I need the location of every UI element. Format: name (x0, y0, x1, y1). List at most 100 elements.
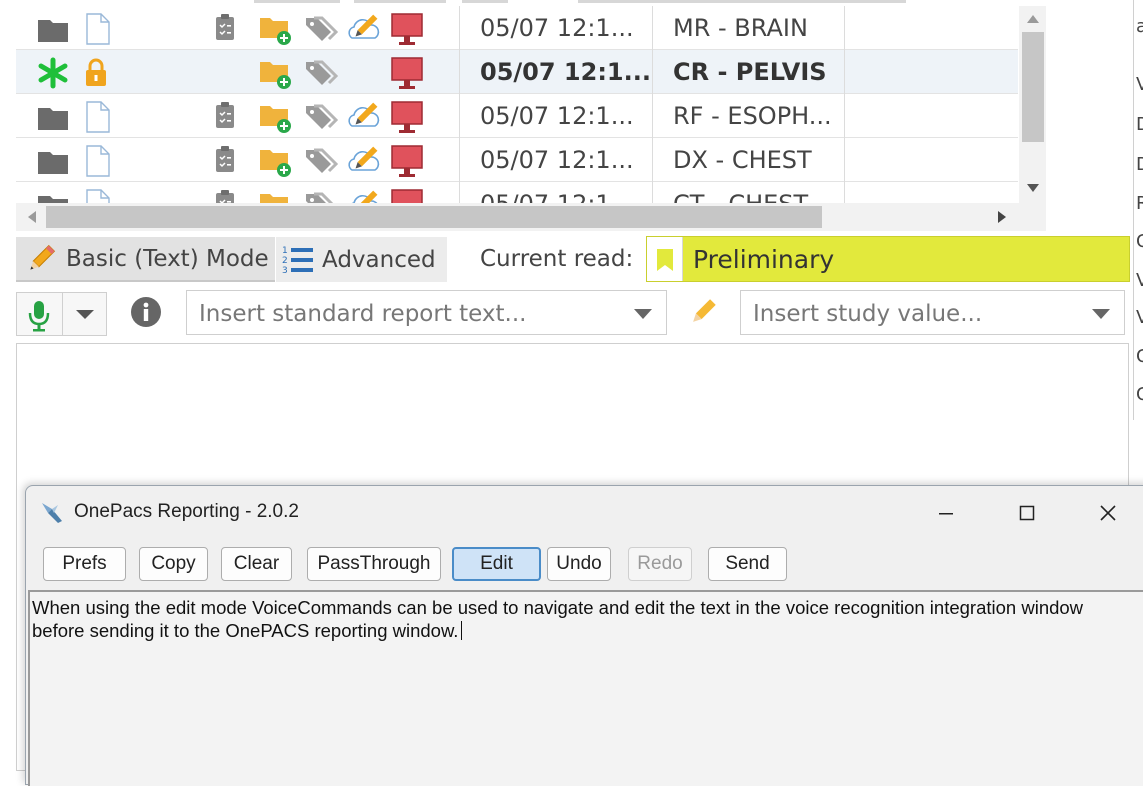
edit-study-value-button[interactable] (688, 297, 718, 331)
column-divider (844, 94, 845, 138)
study-row[interactable]: 05/07 12:1... CT - CHEST (16, 182, 1018, 203)
standard-report-text-placeholder: Insert standard report text... (199, 301, 527, 327)
voice-text-line-1: When using the edit mode VoiceCommands c… (32, 597, 1084, 618)
vertical-scroll-thumb[interactable] (1022, 32, 1044, 142)
standard-report-text-dropdown[interactable]: Insert standard report text... (186, 290, 667, 335)
study-date: 05/07 12:1... (480, 190, 634, 203)
passthrough-button[interactable]: PassThrough (307, 547, 441, 581)
column-divider (844, 138, 845, 182)
study-row[interactable]: 05/07 12:1... CR - PELVIS (16, 50, 1018, 94)
edit-button[interactable]: Edit (452, 547, 541, 581)
lock-icon (86, 58, 106, 86)
asterisk-icon (38, 57, 68, 89)
text-cursor (461, 621, 463, 640)
numbered-list-icon: 1 2 3 (282, 246, 313, 276)
study-row[interactable]: 05/07 12:1... RF - ESOPH... (16, 94, 1018, 138)
maximize-button[interactable] (1004, 498, 1050, 528)
horizontal-scroll-thumb[interactable] (46, 206, 822, 228)
clipboard-checklist-icon (216, 102, 234, 128)
tag-icon (306, 16, 338, 41)
advanced-mode-label: Advanced (322, 246, 436, 273)
study-date: 05/07 12:1... (480, 102, 634, 130)
cloud-edit-icon (348, 146, 380, 171)
current-read-value: Preliminary (693, 245, 835, 274)
study-row[interactable]: 05/07 12:1... DX - CHEST (16, 138, 1018, 182)
cloud-edit-icon (351, 190, 378, 203)
clear-button[interactable]: Clear (221, 547, 292, 581)
vertical-scrollbar[interactable] (1019, 6, 1046, 203)
study-value-dropdown[interactable]: Insert study value... (740, 290, 1125, 335)
info-button[interactable] (129, 295, 163, 333)
edge-cell-text: D (1136, 114, 1143, 135)
folder-icon (38, 152, 68, 174)
study-rows: 05/07 12:1... MR - BRAIN 05/07 12:1... CR -… (16, 6, 1018, 203)
dropdown-caret-icon (1092, 309, 1110, 319)
edge-cell-text: C (1136, 346, 1143, 367)
svg-text:1: 1 (282, 246, 288, 256)
dictation-button[interactable] (16, 292, 107, 336)
edge-cell-text: V (1136, 270, 1143, 291)
monitor-icon (391, 145, 423, 177)
svg-text:2: 2 (282, 256, 288, 266)
edge-cell-text: V (1136, 307, 1143, 328)
advanced-mode-tab[interactable]: 1 2 3 Advanced (276, 237, 447, 282)
bookmark-button[interactable] (647, 237, 683, 281)
study-modality: MR - BRAIN (673, 14, 808, 42)
pencil-icon (693, 299, 716, 322)
column-divider (844, 6, 845, 50)
column-divider (459, 94, 460, 138)
redo-button: Redo (628, 547, 692, 581)
basic-text-mode-label: Basic (Text) Mode (66, 245, 269, 272)
window-title: OnePacs Reporting - 2.0.2 (74, 501, 299, 522)
folder-icon (38, 196, 68, 203)
column-divider (652, 182, 653, 203)
edge-cell-text: R (1136, 193, 1143, 214)
voice-recognition-text-area[interactable]: When using the edit mode VoiceCommands c… (28, 590, 1143, 786)
add-folder-icon (260, 106, 291, 133)
add-folder-icon (260, 150, 291, 177)
column-divider (459, 138, 460, 182)
document-icon (86, 13, 110, 45)
prefs-button[interactable]: Prefs (43, 547, 126, 581)
cloud-edit-icon (348, 102, 380, 127)
study-date: 05/07 12:1... (480, 58, 651, 86)
column-divider (844, 50, 845, 94)
cloud-edit-icon (348, 14, 380, 39)
chevron-down-icon[interactable] (63, 293, 107, 335)
bookmark-icon (657, 249, 673, 271)
minimize-icon (939, 513, 953, 515)
basic-text-mode-tab[interactable]: Basic (Text) Mode (16, 237, 275, 282)
microphone-icon[interactable] (17, 293, 61, 335)
study-modality: DX - CHEST (673, 146, 812, 174)
add-folder-icon (260, 62, 291, 89)
document-icon (86, 189, 110, 203)
add-folder-icon (260, 194, 288, 203)
send-button[interactable]: Send (708, 547, 787, 581)
study-row[interactable]: 05/07 12:1... MR - BRAIN (16, 6, 1018, 50)
copy-button[interactable]: Copy (139, 547, 208, 581)
maximize-icon (1019, 505, 1035, 521)
voice-text-line-2-content: before sending it to the OnePACS reporti… (32, 620, 459, 641)
current-read-label: Current read: (480, 246, 634, 272)
column-divider (459, 50, 460, 94)
edge-cell-text: C (1136, 384, 1143, 405)
column-divider (459, 6, 460, 50)
info-icon[interactable] (129, 295, 163, 329)
study-grid: 05/07 12:1... MR - BRAIN 05/07 12:1... CR -… (16, 0, 1046, 231)
close-button[interactable] (1085, 498, 1131, 528)
scroll-right-icon[interactable] (998, 211, 1006, 223)
undo-button[interactable]: Undo (547, 547, 611, 581)
scroll-left-icon[interactable] (28, 211, 36, 223)
app-icon (42, 503, 62, 523)
scroll-down-icon[interactable] (1027, 184, 1039, 192)
study-modality: CT - CHEST (673, 190, 808, 203)
minimize-button[interactable] (923, 498, 969, 528)
current-read-field[interactable]: Preliminary (646, 236, 1130, 282)
monitor-icon (391, 189, 423, 203)
folder-icon (38, 20, 68, 42)
horizontal-scrollbar[interactable] (16, 203, 1046, 231)
scroll-up-icon[interactable] (1027, 15, 1039, 23)
document-icon (86, 101, 110, 133)
study-value-placeholder: Insert study value... (753, 301, 983, 327)
study-date: 05/07 12:1... (480, 14, 634, 42)
